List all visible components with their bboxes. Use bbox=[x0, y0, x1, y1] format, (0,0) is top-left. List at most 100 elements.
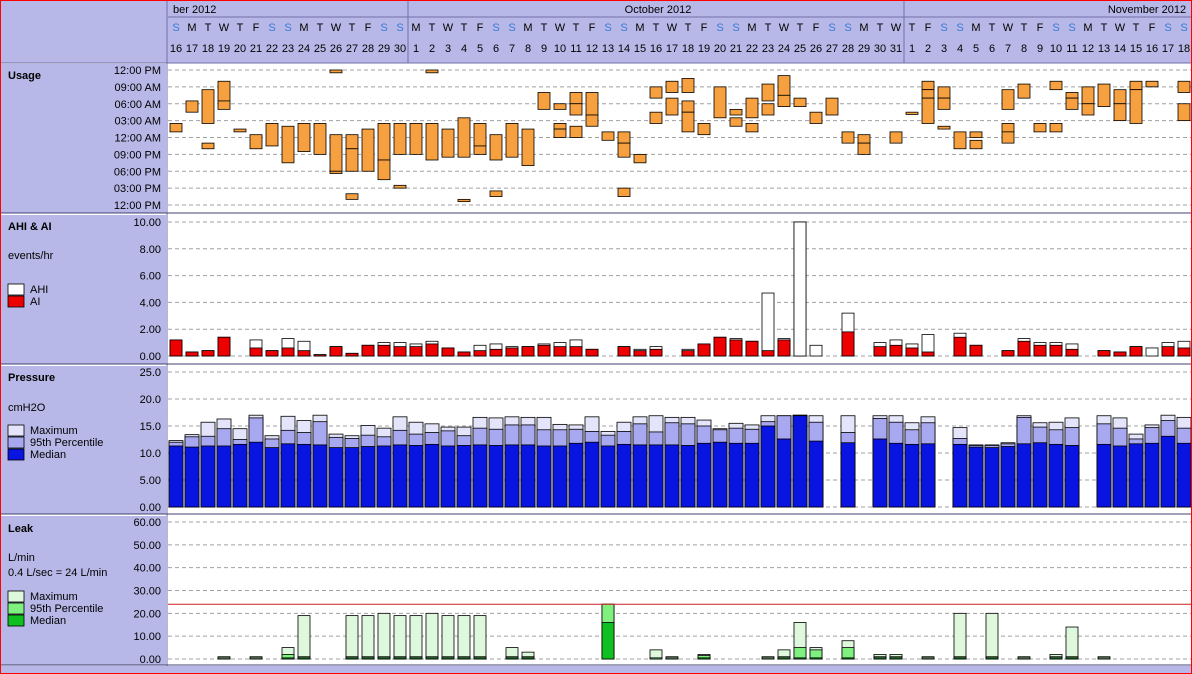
usage-session-bar bbox=[905, 111, 919, 115]
leak-p95-bar bbox=[1097, 657, 1111, 660]
weekday-label: T bbox=[1133, 22, 1140, 34]
pressure-median-bar bbox=[680, 445, 696, 508]
pressure-median-bar bbox=[488, 445, 504, 508]
y-tick-label: 0.00 bbox=[140, 351, 161, 363]
ai-bar bbox=[201, 350, 215, 357]
pressure-median-bar bbox=[920, 443, 936, 508]
ahi-bar bbox=[809, 344, 823, 357]
y-tick-label: 8.00 bbox=[140, 244, 161, 256]
day-number-label: 10 bbox=[1050, 43, 1062, 55]
pressure-median-bar bbox=[200, 445, 216, 508]
leak-median-bar bbox=[601, 622, 615, 660]
day-number-label: 1 bbox=[413, 43, 419, 55]
leak-max-bar bbox=[457, 615, 471, 660]
ai-bar bbox=[457, 351, 471, 357]
ai-bar bbox=[953, 336, 967, 357]
ai-bar bbox=[761, 350, 775, 357]
day-number-label: 29 bbox=[858, 43, 870, 55]
weekday-label: S bbox=[492, 22, 499, 34]
usage-session-bar bbox=[233, 128, 247, 133]
ai-bar bbox=[729, 339, 743, 357]
ai-bar bbox=[1017, 340, 1031, 357]
weekday-label: F bbox=[589, 22, 596, 34]
weekday-label: T bbox=[541, 22, 548, 34]
y-tick-label: 20.00 bbox=[133, 608, 161, 620]
y-tick-label: 09:00 PM bbox=[114, 149, 161, 161]
ai-bar bbox=[393, 346, 407, 357]
legend-swatch bbox=[7, 614, 25, 627]
y-tick-label: 10.00 bbox=[133, 631, 161, 643]
weekday-label: S bbox=[268, 22, 275, 34]
ahi-bar bbox=[793, 221, 807, 357]
ai-bar bbox=[313, 354, 327, 357]
legend-swatch bbox=[7, 283, 25, 296]
day-number-label: 31 bbox=[890, 43, 902, 55]
pressure-median-bar bbox=[296, 443, 312, 508]
usage-session-bar bbox=[281, 125, 295, 164]
day-number-label: 19 bbox=[218, 43, 230, 55]
day-number-label: 7 bbox=[509, 43, 515, 55]
ai-bar bbox=[345, 352, 359, 357]
pressure-median-bar bbox=[248, 441, 264, 508]
usage-session-bar bbox=[633, 153, 647, 164]
usage-session-bar bbox=[761, 103, 775, 116]
usage-session-bar bbox=[665, 80, 679, 93]
weekday-label: S bbox=[844, 22, 851, 34]
weekday-label: M bbox=[859, 22, 868, 34]
legend-swatch bbox=[7, 448, 25, 461]
leak-legend-label: Maximum bbox=[30, 591, 78, 603]
usage-session-bar bbox=[505, 123, 519, 158]
day-number-label: 19 bbox=[698, 43, 710, 55]
ai-bar bbox=[1113, 351, 1127, 357]
usage-title: Usage bbox=[8, 70, 41, 82]
pressure-median-bar bbox=[792, 415, 808, 508]
usage-session-bar bbox=[649, 86, 663, 99]
day-number-label: 13 bbox=[1098, 43, 1110, 55]
day-number-label: 12 bbox=[1082, 43, 1094, 55]
pressure-median-bar bbox=[728, 442, 744, 508]
day-number-label: 8 bbox=[1021, 43, 1027, 55]
weekday-label: T bbox=[989, 22, 996, 34]
month-label: November 2012 bbox=[1108, 4, 1186, 16]
ai-bar bbox=[537, 344, 551, 357]
day-number-label: 26 bbox=[330, 43, 342, 55]
usage-session-bar bbox=[857, 134, 871, 144]
leak-median-bar bbox=[953, 657, 967, 660]
pressure-median-bar bbox=[472, 444, 488, 508]
weekday-label: S bbox=[620, 22, 627, 34]
usage-session-bar bbox=[681, 100, 695, 113]
leak-p95-bar bbox=[1017, 657, 1031, 660]
pressure-median-bar bbox=[184, 446, 200, 508]
pressure-median-bar bbox=[408, 445, 424, 508]
ai-bar bbox=[617, 346, 631, 357]
usage-session-bar bbox=[681, 78, 695, 93]
usage-session-bar bbox=[473, 145, 487, 155]
leak-max-bar bbox=[377, 612, 391, 660]
usage-session-bar bbox=[1129, 80, 1143, 91]
day-number-label: 4 bbox=[957, 43, 963, 55]
y-tick-label: 15.0 bbox=[140, 421, 161, 433]
day-number-label: 3 bbox=[445, 43, 451, 55]
pressure-median-bar bbox=[1000, 446, 1016, 508]
leak-title: Leak bbox=[8, 523, 34, 535]
report-chart-canvas: ber 2012 October 2012 November 2012S16M17T… bbox=[1, 1, 1191, 673]
pressure-median-bar bbox=[1032, 442, 1048, 508]
weekday-label: T bbox=[765, 22, 772, 34]
legend-swatch bbox=[7, 590, 25, 603]
ai-bar bbox=[217, 336, 231, 357]
leak-max-bar bbox=[1065, 626, 1079, 660]
usage-session-bar bbox=[345, 193, 359, 200]
day-number-label: 11 bbox=[570, 43, 581, 55]
y-tick-label: 12:00 PM bbox=[114, 65, 161, 77]
usage-session-bar bbox=[569, 103, 583, 116]
ai-bar bbox=[905, 347, 919, 357]
weekday-label: F bbox=[1149, 22, 1156, 34]
usage-session-bar bbox=[1065, 92, 1079, 99]
y-tick-label: 20.0 bbox=[140, 394, 161, 406]
day-number-label: 2 bbox=[429, 43, 435, 55]
pressure-median-bar bbox=[1048, 443, 1064, 508]
weekday-label: M bbox=[971, 22, 980, 34]
usage-session-bar bbox=[745, 97, 759, 119]
weekday-label: M bbox=[187, 22, 196, 34]
pressure-median-bar bbox=[328, 447, 344, 508]
